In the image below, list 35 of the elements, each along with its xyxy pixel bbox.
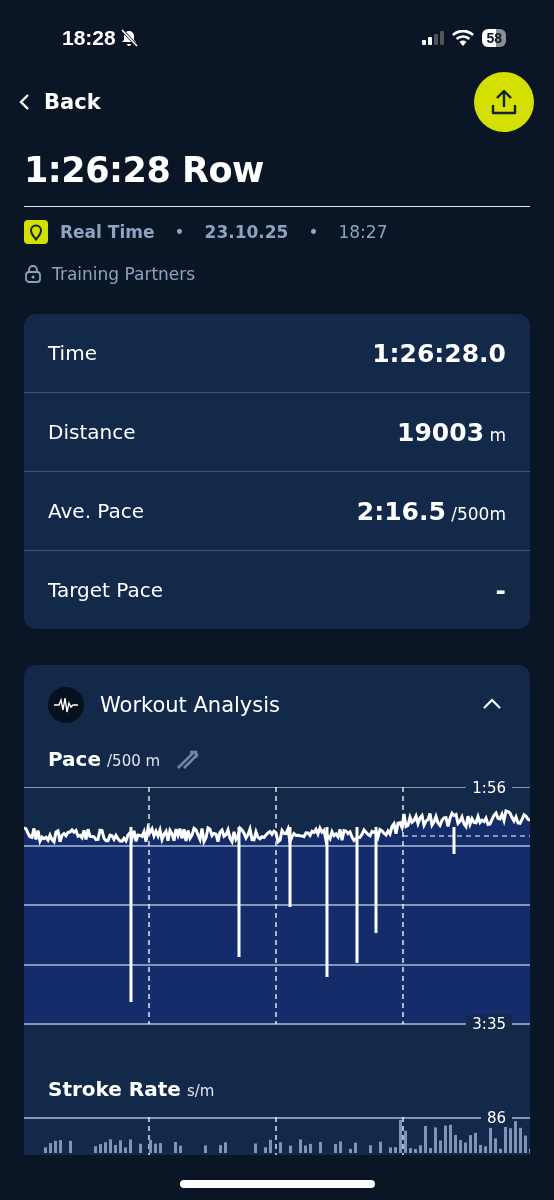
separator-dot: • bbox=[308, 222, 319, 242]
battery-level: 58 bbox=[482, 29, 506, 47]
axis-label: 86 bbox=[480, 1109, 512, 1127]
stat-value: 2:16.5 /500m bbox=[356, 496, 506, 526]
workout-date: 23.10.25 bbox=[204, 222, 289, 242]
lock-icon bbox=[24, 264, 42, 284]
chevron-icon bbox=[482, 697, 502, 710]
toggle-lines-icon[interactable] bbox=[176, 748, 201, 770]
stat-label: Ave. Pace bbox=[48, 499, 145, 523]
location-pin-icon bbox=[24, 220, 48, 244]
privacy-setting: Training Partners bbox=[52, 264, 196, 284]
upload-icon bbox=[491, 88, 517, 116]
clock: 18:28 bbox=[62, 26, 116, 50]
workout-time: 18:27 bbox=[338, 222, 388, 242]
signal-icon bbox=[422, 31, 445, 45]
back-button[interactable]: Back bbox=[14, 90, 105, 114]
stat-label: Target Pace bbox=[48, 578, 163, 602]
bell-muted-icon bbox=[118, 28, 139, 48]
section-title: Workout Analysis bbox=[100, 693, 282, 717]
waveform-icon bbox=[48, 687, 84, 723]
stat-value: - bbox=[495, 575, 506, 605]
chart-title: Stroke Rate bbox=[48, 1077, 181, 1101]
chart-title: Pace bbox=[48, 747, 102, 771]
stat-value: 19003 m bbox=[397, 417, 506, 447]
stat-label: Distance bbox=[48, 420, 136, 444]
share-button[interactable] bbox=[474, 72, 534, 132]
workout-title: 1:26:28 Row bbox=[24, 150, 530, 207]
separator-dot: • bbox=[174, 222, 185, 242]
stat-value: 1:26:28.0 bbox=[372, 338, 506, 368]
workout-mode: Real Time bbox=[60, 222, 155, 242]
stat-label: Time bbox=[48, 341, 97, 365]
wifi-icon bbox=[452, 30, 475, 46]
chevron-left-icon bbox=[18, 93, 30, 111]
chart-unit: /500 m bbox=[107, 752, 161, 770]
chart-unit: s/m bbox=[186, 1082, 215, 1100]
